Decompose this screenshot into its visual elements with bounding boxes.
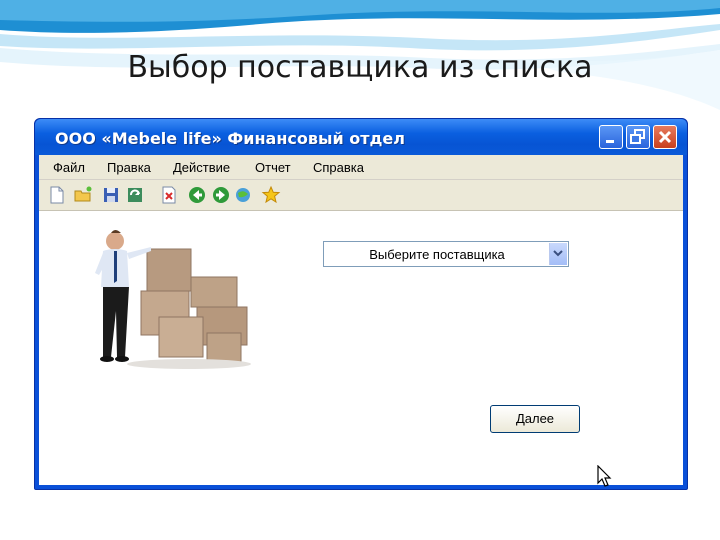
menu-item-action[interactable]: Действие (173, 160, 230, 175)
minimize-icon (606, 140, 614, 143)
back-icon[interactable] (187, 185, 207, 205)
title-bar[interactable]: ООО «Mebele life» Финансовый отдел (35, 119, 687, 155)
slide-title: Выбор поставщика из списка (127, 50, 593, 85)
window-title: ООО «Mebele life» Финансовый отдел (55, 129, 405, 148)
forward-icon[interactable] (211, 185, 231, 205)
maximize-icon (630, 129, 645, 144)
next-button[interactable]: Далее (490, 405, 580, 433)
new-document-icon[interactable] (47, 185, 67, 205)
chevron-down-icon (553, 250, 563, 257)
menu-item-edit[interactable]: Правка (107, 160, 151, 175)
dropdown-arrow-button[interactable] (549, 243, 567, 265)
menu-item-report[interactable]: Отчет (255, 160, 291, 175)
delete-icon[interactable] (159, 185, 179, 205)
mouse-cursor-icon (597, 465, 612, 487)
search-web-icon[interactable] (233, 185, 253, 205)
supplier-select-placeholder: Выберите поставщика (369, 247, 505, 262)
maximize-button[interactable] (626, 125, 650, 149)
menu-item-help[interactable]: Справка (313, 160, 364, 175)
favorites-icon[interactable] (261, 185, 281, 205)
refresh-icon[interactable] (125, 185, 145, 205)
main-panel: Выберите поставщика Далее (39, 211, 683, 487)
menu-item-file[interactable]: Файл (53, 160, 85, 175)
close-icon (658, 130, 672, 144)
man-with-boxes-picture (95, 230, 251, 369)
app-window: ООО «Mebele life» Финансовый отдел Файл … (34, 118, 688, 490)
minimize-button[interactable] (599, 125, 623, 149)
save-icon[interactable] (101, 185, 121, 205)
supplier-select[interactable]: Выберите поставщика (323, 241, 569, 267)
close-button[interactable] (653, 125, 677, 149)
open-folder-icon[interactable] (73, 185, 93, 205)
toolbar (39, 180, 683, 211)
menu-bar: Файл Правка Действие Отчет Справка (39, 155, 683, 180)
window-client-area: Файл Правка Действие Отчет Справка Выбер… (39, 155, 683, 487)
